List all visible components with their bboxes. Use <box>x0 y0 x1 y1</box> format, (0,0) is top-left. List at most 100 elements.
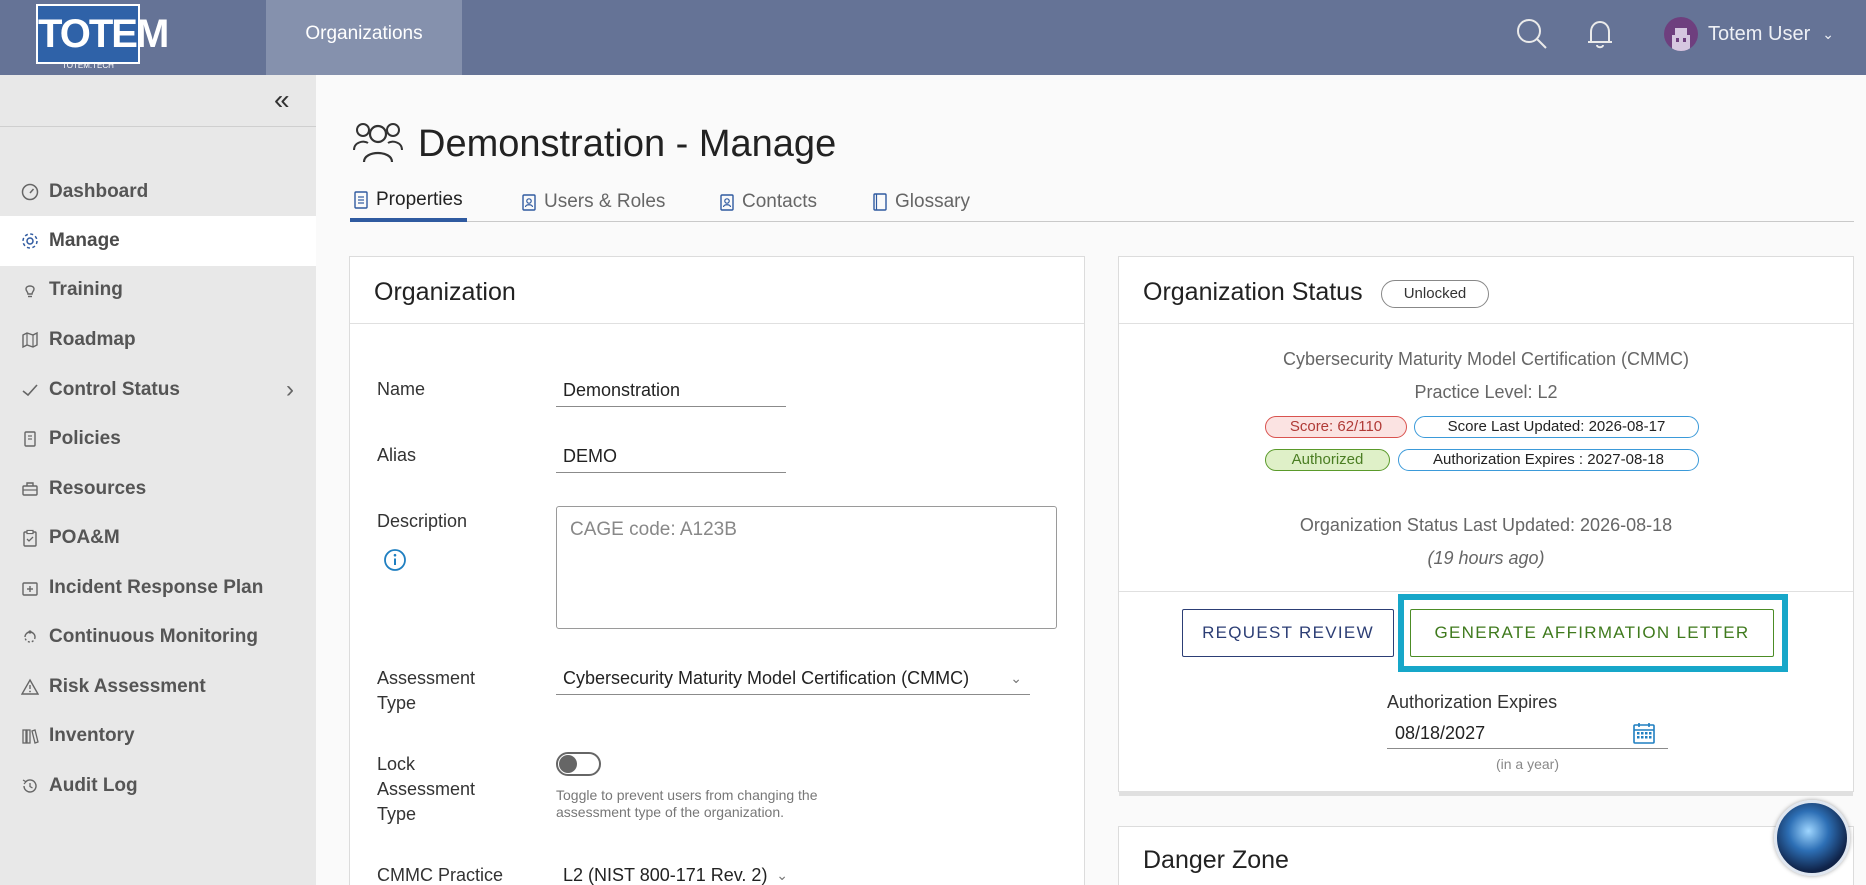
sidebar-item-label: Policies <box>49 428 121 449</box>
score-badge: Score: 62/110 <box>1265 416 1407 438</box>
authorization-expires-relative: (in a year) <box>1495 756 1560 772</box>
sidebar-item-label: Manage <box>49 230 120 251</box>
framework-name: Cybersecurity Maturity Model Certificati… <box>1282 349 1690 369</box>
tab-users-roles[interactable]: Users & Roles <box>522 182 665 222</box>
card-title: Organization <box>374 278 516 306</box>
sidebar-item-inventory[interactable]: Inventory <box>0 711 316 761</box>
description-label: Description <box>377 511 468 531</box>
request-review-button[interactable]: REQUEST REVIEW <box>1182 609 1394 657</box>
sidebar-item-label: Incident Response Plan <box>49 577 264 598</box>
practice-level: Practice Level: L2 <box>1414 382 1558 402</box>
top-navbar: TOTEM TOTEM.TECH Organizations Totem Use… <box>0 0 1866 75</box>
name-field[interactable]: Demonstration <box>556 375 786 407</box>
scroll-icon <box>20 429 40 449</box>
document-icon <box>354 191 368 209</box>
assistant-avatar-button[interactable] <box>1774 800 1850 876</box>
generate-affirmation-letter-button[interactable]: GENERATE AFFIRMATION LETTER <box>1410 609 1774 657</box>
user-menu[interactable]: Totem User ⌄ <box>1664 16 1834 52</box>
calendar-icon[interactable] <box>1632 721 1656 755</box>
chevron-right-icon[interactable]: › <box>286 376 294 404</box>
gear-icon <box>20 231 40 251</box>
sidebar-item-label: Risk Assessment <box>49 676 206 697</box>
alias-label: Alias <box>377 445 417 465</box>
page-header: Demonstration - Manage <box>352 118 836 171</box>
sidebar-item-incident-response-plan[interactable]: Incident Response Plan <box>0 563 316 613</box>
books-icon <box>20 726 40 746</box>
sidebar-item-label: Inventory <box>49 725 135 746</box>
sidebar-item-label: Audit Log <box>49 775 138 796</box>
tab-contacts[interactable]: Contacts <box>720 182 817 222</box>
divider <box>350 323 1084 324</box>
status-updated-relative: (19 hours ago) <box>1427 548 1545 568</box>
cmmc-practice-select[interactable]: L2 (NIST 800-171 Rev. 2) ⌄ <box>556 860 796 885</box>
logo-subtext: TOTEM.TECH <box>62 61 114 70</box>
card-title: Organization Status <box>1143 278 1363 306</box>
sidebar-item-continuous-monitoring[interactable]: Continuous Monitoring <box>0 612 316 662</box>
sidebar-item-policies[interactable]: Policies <box>0 414 316 464</box>
assessment-type-select[interactable]: Cybersecurity Maturity Model Certificati… <box>556 663 1030 695</box>
sidebar-item-label: Roadmap <box>49 329 136 350</box>
collapse-sidebar-icon[interactable]: « <box>274 86 290 114</box>
tab-glossary[interactable]: Glossary <box>873 182 970 222</box>
search-icon[interactable] <box>1515 17 1549 51</box>
select-value: Cybersecurity Maturity Model Certificati… <box>563 668 970 688</box>
select-value: L2 (NIST 800-171 Rev. 2) <box>563 865 768 885</box>
score-updated-badge: Score Last Updated: 2026-08-17 <box>1414 416 1699 438</box>
sidebar-item-resources[interactable]: Resources <box>0 464 316 514</box>
lock-assessment-type-toggle[interactable] <box>556 752 601 776</box>
name-label: Name <box>377 379 426 399</box>
logo-text: TOTEM <box>36 4 169 64</box>
tab-label: Glossary <box>895 191 970 212</box>
divider <box>1119 591 1853 592</box>
divider <box>0 126 316 127</box>
authorization-expires-badge: Authorization Expires : 2027-08-18 <box>1398 449 1699 471</box>
sidebar: « Dashboard Manage Training Roadmap Cont… <box>0 75 316 885</box>
user-name: Totem User <box>1708 22 1811 45</box>
date-value: 08/18/2027 <box>1395 723 1486 743</box>
check-icon <box>20 380 40 400</box>
lock-assessment-type-label: Lock Assessment Type <box>377 754 476 824</box>
tab-bar: Properties Users & Roles Contacts Glossa… <box>350 182 1854 222</box>
authorized-badge: Authorized <box>1265 449 1390 471</box>
tab-label: Properties <box>376 189 463 210</box>
lock-status-badge: Unlocked <box>1381 280 1489 308</box>
nav-organizations[interactable]: Organizations <box>266 0 462 75</box>
sidebar-item-control-status[interactable]: Control Status › <box>0 365 316 415</box>
chevron-down-icon: ⌄ <box>1822 25 1834 42</box>
lightbulb-icon <box>20 280 40 300</box>
bell-icon[interactable] <box>1583 17 1617 51</box>
divider <box>1119 323 1853 324</box>
totem-logo[interactable]: TOTEM TOTEM.TECH <box>36 4 169 70</box>
map-icon <box>20 330 40 350</box>
sidebar-item-label: Resources <box>49 478 147 499</box>
description-textarea[interactable]: CAGE code: A123B <box>556 506 1057 629</box>
danger-zone-card: Danger Zone <box>1118 826 1854 885</box>
sidebar-item-risk-assessment[interactable]: Risk Assessment <box>0 662 316 712</box>
sidebar-item-label: Training <box>49 279 123 300</box>
sidebar-item-dashboard[interactable]: Dashboard <box>0 167 316 217</box>
authorization-expires-label: Authorization Expires <box>1387 692 1558 712</box>
sidebar-item-audit-log[interactable]: Audit Log <box>0 761 316 811</box>
sidebar-item-label: Dashboard <box>49 181 149 202</box>
status-last-updated: Organization Status Last Updated: 2026-0… <box>1299 515 1673 535</box>
authorization-expires-date-field[interactable]: 08/18/2027 <box>1387 717 1668 749</box>
toolbox-icon <box>20 479 40 499</box>
cycle-icon <box>20 627 40 647</box>
assessment-type-label: Assessment Type <box>377 668 476 713</box>
gauge-icon <box>20 182 40 202</box>
info-icon[interactable] <box>383 548 407 577</box>
sidebar-item-training[interactable]: Training <box>0 265 316 315</box>
alias-field[interactable]: DEMO <box>556 441 786 473</box>
sidebar-item-label: Continuous Monitoring <box>49 626 258 647</box>
tab-properties[interactable]: Properties <box>350 182 467 222</box>
history-icon <box>20 776 40 796</box>
warning-icon <box>20 677 40 697</box>
sidebar-item-poam[interactable]: POA&M <box>0 513 316 563</box>
sidebar-item-manage[interactable]: Manage <box>0 216 316 266</box>
chevron-down-icon: ⌄ <box>776 867 788 883</box>
lock-hint: Toggle to prevent users from changing th… <box>556 787 818 820</box>
sidebar-item-label: Control Status <box>49 379 180 400</box>
users-group-icon <box>352 118 404 171</box>
page-title: Demonstration - Manage <box>418 123 837 165</box>
sidebar-item-roadmap[interactable]: Roadmap <box>0 315 316 365</box>
